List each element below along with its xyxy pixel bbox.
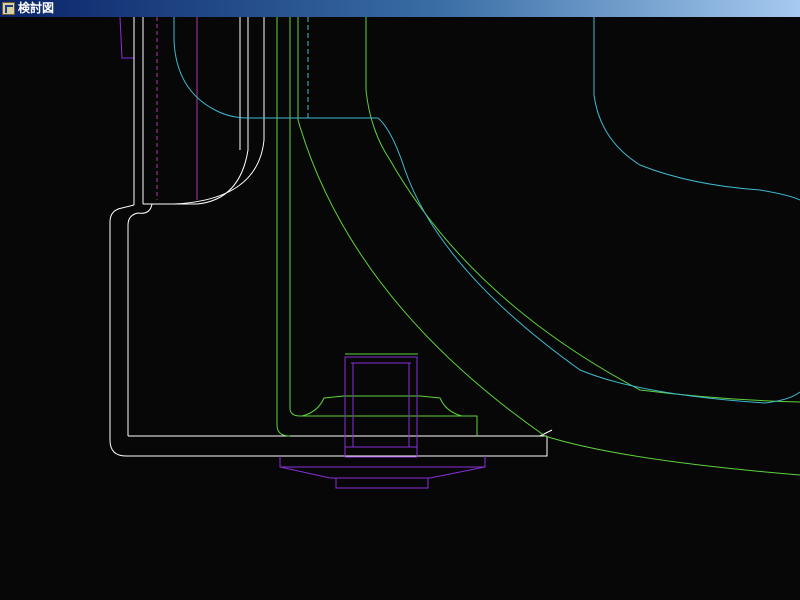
green-lines <box>276 17 800 476</box>
drawing-canvas[interactable] <box>0 17 800 600</box>
cad-window: 検討図 <box>0 0 800 600</box>
purple-top-bracket <box>119 17 134 59</box>
white-part-outline <box>109 17 553 457</box>
title-bar[interactable]: 検討図 <box>0 0 800 17</box>
purple-bolt-assembly <box>279 356 486 489</box>
cad-app-icon[interactable] <box>2 2 15 15</box>
cyan-lines <box>173 17 800 404</box>
magenta-guide-lines <box>156 17 198 200</box>
cad-drawing[interactable] <box>0 17 800 600</box>
window-title: 検討図 <box>18 1 55 15</box>
